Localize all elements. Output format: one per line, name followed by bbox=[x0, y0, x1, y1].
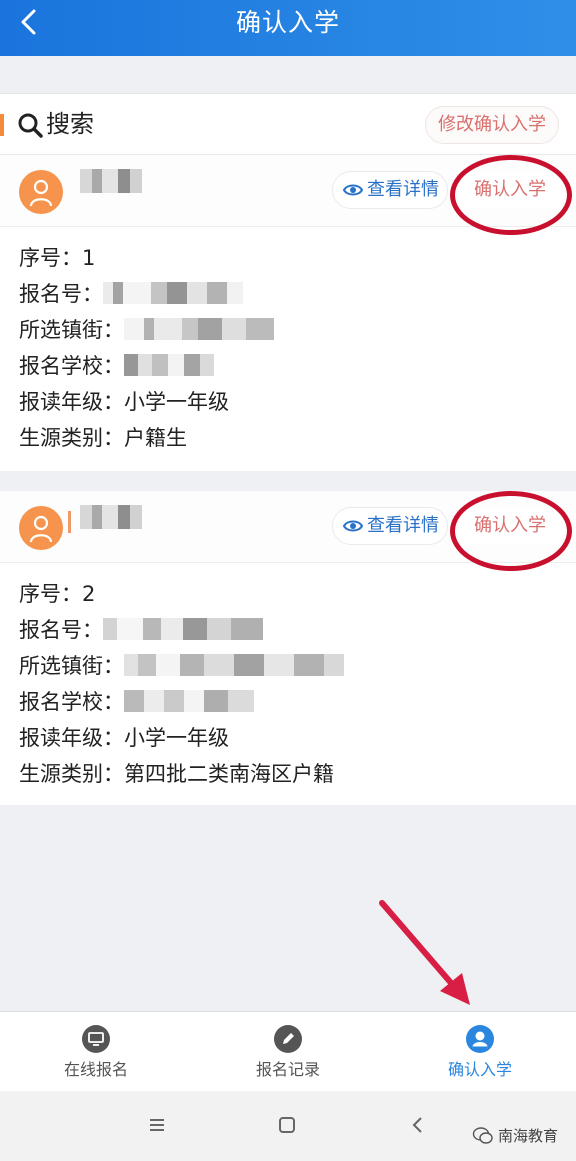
field-value: 户籍生 bbox=[124, 426, 187, 450]
view-details-button[interactable]: 查看详情 bbox=[332, 171, 448, 209]
field-town: 所选镇街： bbox=[19, 651, 344, 687]
field-label: 报读年级： bbox=[19, 390, 124, 414]
user-avatar-icon bbox=[29, 179, 53, 207]
field-school: 报名学校： bbox=[19, 351, 274, 387]
field-label: 生源类别： bbox=[19, 426, 124, 450]
search-button-label[interactable]: 搜索 bbox=[46, 108, 94, 140]
avatar bbox=[19, 506, 63, 550]
field-label: 报名号： bbox=[19, 282, 103, 306]
monitor-icon bbox=[82, 1025, 110, 1053]
tab-label: 在线报名 bbox=[63, 1060, 128, 1079]
annotation-arrow bbox=[379, 900, 470, 1005]
redacted-value bbox=[124, 690, 254, 712]
card-header: 查看详情 确认入学 bbox=[0, 155, 576, 235]
search-bar: 搜索 修改确认入学 bbox=[0, 93, 576, 155]
field-town: 所选镇街： bbox=[19, 315, 274, 351]
view-details-label: 查看详情 bbox=[367, 515, 439, 536]
tab-online-registration[interactable]: 在线报名 bbox=[0, 1012, 192, 1092]
back-icon[interactable] bbox=[406, 1113, 430, 1137]
field-value: 2 bbox=[82, 582, 96, 606]
redacted-value bbox=[124, 354, 214, 376]
bottom-tab-bar: 在线报名 报名记录 确认入学 bbox=[0, 1011, 576, 1091]
highlight-circle bbox=[450, 491, 572, 571]
field-category: 生源类别：第四批二类南海区户籍 bbox=[19, 759, 344, 795]
student-name-redacted bbox=[80, 169, 142, 193]
highlight-circle bbox=[450, 155, 572, 235]
search-accent-mark bbox=[0, 114, 4, 136]
tab-confirm-enrollment[interactable]: 确认入学 bbox=[384, 1012, 576, 1092]
field-label: 生源类别： bbox=[19, 762, 124, 786]
field-label: 序号： bbox=[19, 246, 82, 270]
eye-icon bbox=[343, 520, 363, 532]
redacted-value bbox=[124, 318, 274, 340]
field-serial: 序号：2 bbox=[19, 579, 344, 615]
tab-label: 确认入学 bbox=[447, 1060, 512, 1079]
tab-registration-records[interactable]: 报名记录 bbox=[192, 1012, 384, 1092]
avatar bbox=[19, 170, 63, 214]
home-icon[interactable] bbox=[275, 1113, 299, 1137]
enrollment-card: 查看详情 确认入学 序号：2 报名号： 所选镇街： 报名学校： 报读年级：小学一… bbox=[0, 491, 576, 805]
menu-icon[interactable] bbox=[145, 1113, 169, 1137]
pencil-icon bbox=[274, 1025, 302, 1053]
app-header: 确认入学 bbox=[0, 0, 576, 56]
card-header: 查看详情 确认入学 bbox=[0, 491, 576, 571]
page-title: 确认入学 bbox=[235, 8, 340, 37]
view-details-button[interactable]: 查看详情 bbox=[332, 507, 448, 545]
redacted-value bbox=[103, 618, 263, 640]
field-grade: 报读年级：小学一年级 bbox=[19, 387, 274, 423]
tab-label: 报名记录 bbox=[255, 1060, 320, 1079]
field-label: 报名学校： bbox=[19, 690, 124, 714]
watermark-text: 南海教育 bbox=[498, 1127, 559, 1145]
modify-confirm-button[interactable]: 修改确认入学 bbox=[425, 106, 559, 144]
wechat-icon bbox=[472, 1127, 493, 1144]
eye-icon bbox=[343, 184, 363, 196]
field-value: 小学一年级 bbox=[124, 390, 229, 414]
field-label: 报名号： bbox=[19, 618, 103, 642]
user-icon bbox=[466, 1025, 494, 1053]
field-label: 所选镇街： bbox=[19, 318, 124, 342]
redacted-value bbox=[103, 282, 243, 304]
field-registration-number: 报名号： bbox=[19, 615, 344, 651]
field-label: 报名学校： bbox=[19, 354, 124, 378]
field-category: 生源类别：户籍生 bbox=[19, 423, 274, 459]
field-serial: 序号：1 bbox=[19, 243, 274, 279]
field-school: 报名学校： bbox=[19, 687, 344, 723]
search-icon[interactable] bbox=[17, 112, 43, 138]
name-mark bbox=[68, 511, 71, 533]
user-avatar-icon bbox=[29, 515, 53, 543]
field-registration-number: 报名号： bbox=[19, 279, 274, 315]
field-label: 所选镇街： bbox=[19, 654, 124, 678]
student-name-redacted bbox=[80, 505, 142, 529]
field-value: 第四批二类南海区户籍 bbox=[124, 762, 334, 786]
enrollment-card: 查看详情 确认入学 序号：1 报名号： 所选镇街： 报名学校： 报读年级：小学一… bbox=[0, 155, 576, 471]
field-value: 小学一年级 bbox=[124, 726, 229, 750]
view-details-label: 查看详情 bbox=[367, 179, 439, 200]
field-label: 报读年级： bbox=[19, 726, 124, 750]
redacted-value bbox=[124, 654, 344, 676]
field-label: 序号： bbox=[19, 582, 82, 606]
field-grade: 报读年级：小学一年级 bbox=[19, 723, 344, 759]
card-fields: 序号：1 报名号： 所选镇街： 报名学校： 报读年级：小学一年级 生源类别：户籍… bbox=[19, 243, 274, 459]
card-fields: 序号：2 报名号： 所选镇街： 报名学校： 报读年级：小学一年级 生源类别：第四… bbox=[19, 579, 344, 795]
field-value: 1 bbox=[82, 246, 96, 270]
